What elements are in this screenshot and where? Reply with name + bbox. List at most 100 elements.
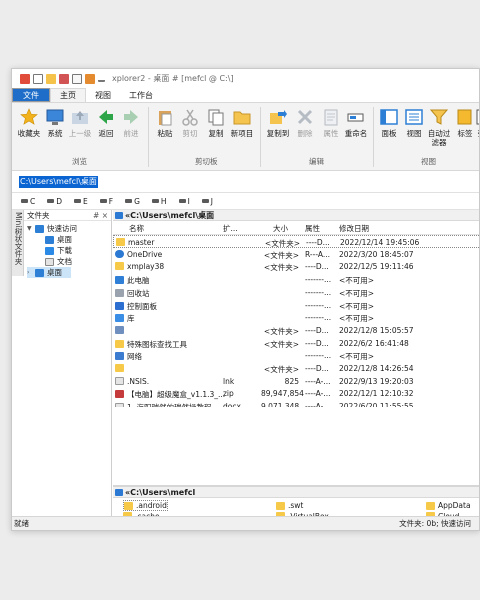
list-item[interactable]: .android	[123, 500, 168, 511]
dropdown-icon[interactable]	[98, 76, 105, 82]
col-size[interactable]: 大小	[273, 223, 288, 234]
lower-pane-path: «C:\Users\mefcl	[113, 487, 479, 498]
col-attr[interactable]: 属性	[305, 223, 320, 234]
drive-d[interactable]: D	[47, 197, 62, 206]
tree-node-desktop-root[interactable]: › 桌面	[27, 267, 71, 278]
cell-attr: -------...	[305, 300, 332, 310]
monitor-icon	[115, 212, 123, 219]
cell-date: 2022/12/5 19:11:46	[339, 262, 414, 272]
folder-icon	[426, 501, 435, 510]
view-button[interactable]: 视图	[401, 107, 427, 138]
paint-icon[interactable]	[85, 73, 95, 84]
properties-icon	[321, 107, 341, 127]
document-icon	[45, 257, 54, 266]
copy-button[interactable]: 复制	[203, 107, 229, 138]
table-row[interactable]: 库 -------... <不可用>	[113, 311, 479, 324]
file-list: master <文件夹> ----D... 2022/12/14 19:45:06 On…	[113, 235, 479, 407]
drive-h[interactable]: H	[151, 197, 167, 206]
drive-e[interactable]: E	[74, 197, 88, 206]
table-row[interactable]: <文件夹> ----D... 2022/12/8 15:05:57	[113, 324, 479, 337]
pane-path: «C:\Users\mefcl\桌面	[113, 210, 479, 221]
table-row[interactable]: 网络 -------... <不可用>	[113, 349, 479, 362]
col-ext[interactable]: 扩...	[223, 223, 238, 234]
file-name: .NSIS.	[127, 376, 150, 386]
columns-button[interactable]: 列示	[472, 107, 479, 138]
list-item[interactable]: .swt	[276, 500, 303, 511]
filter-icon[interactable]	[59, 73, 69, 84]
group-separator	[148, 107, 149, 167]
list-item[interactable]: AppData	[426, 500, 471, 511]
cell-attr: ----D...	[305, 338, 329, 348]
properties-button[interactable]: 属性	[318, 107, 344, 138]
delete-button[interactable]: 删除	[292, 107, 318, 138]
cell-size: 89,947,854	[261, 389, 304, 399]
new-folder-icon	[232, 107, 252, 127]
copy-to-button[interactable]: 复制到	[265, 107, 291, 138]
tree-node-quick-access[interactable]: ▼ 快速访问	[27, 223, 77, 234]
cell-attr: -------...	[305, 313, 332, 323]
tab-file[interactable]: 文件	[12, 88, 50, 102]
chevron-right-icon[interactable]: ›	[27, 269, 35, 276]
table-row[interactable]: .NSIS. lnk 825 ----A-... 2022/9/13 19:20:03	[113, 375, 479, 388]
tree-node-documents[interactable]: 文档	[45, 256, 72, 267]
table-row[interactable]: 特殊图标查找工具 <文件夹> ----D... 2022/6/2 16:41:48	[113, 337, 479, 350]
chevron-down-icon[interactable]: ▼	[27, 225, 35, 232]
cut-button[interactable]: 剪切	[177, 107, 203, 138]
table-row[interactable]: 1. 海阳瑞然的瑞然操教程 docx 9,071,348 ----A-... 2022/…	[113, 400, 479, 407]
drive-g[interactable]: G	[125, 197, 140, 206]
open-folder-icon[interactable]	[46, 73, 56, 84]
panel-button[interactable]: 面板	[376, 107, 402, 138]
drive-icon	[178, 199, 186, 203]
up-level-button[interactable]: 上一级	[67, 107, 93, 138]
tree-node-downloads[interactable]: 下载	[45, 245, 72, 256]
system-button[interactable]: 系统	[42, 107, 68, 138]
paste-button[interactable]: 粘贴	[152, 107, 178, 138]
drive-j[interactable]: J	[201, 197, 213, 206]
table-row[interactable]: 此电脑 -------... <不可用>	[113, 273, 479, 286]
tab-workspace[interactable]: 工作台	[120, 88, 162, 102]
copy-icon[interactable]	[72, 73, 82, 84]
table-row[interactable]: master <文件夹> ----D... 2022/12/14 19:45:06	[113, 235, 479, 248]
drive-icon	[201, 199, 209, 203]
tree-header: 文件夹 # ×	[24, 210, 111, 221]
table-row[interactable]: <文件夹> ----D... 2022/12/8 14:26:54	[113, 362, 479, 375]
mini-tree-tab[interactable]: Mini树状文件夹	[12, 210, 24, 276]
rename-button[interactable]: 重命名	[343, 107, 369, 138]
back-arrow-icon	[96, 107, 116, 127]
cell-date: 2022/12/1 12:10:32	[339, 389, 414, 399]
cell-name: OneDrive	[115, 249, 162, 259]
col-date[interactable]: 修改日期	[339, 223, 369, 234]
app-window: xplorer2 - 桌面 # [mefcl @ C:\] 文件 主页 视图 工…	[11, 68, 480, 531]
app-logo-icon	[20, 73, 30, 84]
auto-filter-button[interactable]: 自动过滤器	[426, 107, 452, 147]
new-window-icon[interactable]	[33, 73, 43, 84]
tree-node-desktop[interactable]: 桌面	[45, 234, 72, 245]
table-row[interactable]: 回收站 -------... <不可用>	[113, 286, 479, 299]
tree-pin-close[interactable]: # ×	[93, 211, 108, 220]
new-item-button[interactable]: 新项目	[229, 107, 255, 138]
favorites-button[interactable]: 收藏夹	[16, 107, 42, 138]
cell-ext: lnk	[223, 376, 235, 386]
table-row[interactable]: 【电脑】超级魔盒_v1.1.3_... zip 89,947,854 ----A-..…	[113, 387, 479, 400]
group-label-view: 视图	[421, 157, 436, 166]
cell-date: <不可用>	[339, 276, 375, 286]
tab-view[interactable]: 视图	[86, 88, 120, 102]
cell-attr: ----A-...	[305, 389, 331, 399]
back-button[interactable]: 返回	[93, 107, 119, 138]
address-bar: C:\Users\mefcl\桌面	[12, 171, 479, 193]
forward-button[interactable]: 前进	[118, 107, 144, 138]
col-name[interactable]: 名称	[129, 223, 144, 234]
file-name: 特殊图标查找工具	[127, 339, 187, 349]
ribbon: 收藏夹 系统 上一级 返回 前进 粘贴 剪切 复制 新项目 复制到 删除 属性 …	[12, 103, 479, 171]
copy-to-icon	[268, 107, 288, 127]
drive-c[interactable]: C	[21, 197, 35, 206]
tab-home[interactable]: 主页	[50, 88, 86, 102]
drive-i[interactable]: I	[178, 197, 190, 206]
drive-f[interactable]: F	[99, 197, 113, 206]
cell-size: <文件夹>	[263, 250, 299, 260]
cell-name: 库	[115, 313, 135, 324]
address-input[interactable]: C:\Users\mefcl\桌面	[19, 176, 98, 188]
table-row[interactable]: OneDrive <文件夹> R---A... 2022/3/20 18:45:07	[113, 248, 479, 261]
table-row[interactable]: xmplay38 <文件夹> ----D... 2022/12/5 19:11:46	[113, 260, 479, 273]
table-row[interactable]: 控制面板 -------... <不可用>	[113, 299, 479, 312]
